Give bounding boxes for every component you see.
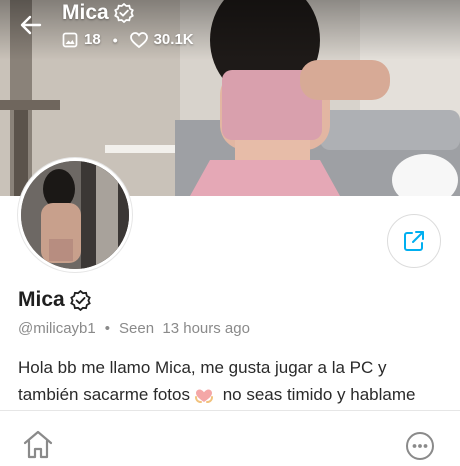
- verified-icon: [113, 3, 134, 23]
- share-button[interactable]: [387, 214, 441, 268]
- verified-icon: [69, 289, 91, 311]
- cover-stats: 18 • 30.1K: [62, 31, 194, 48]
- heart-icon: [129, 31, 148, 48]
- likes-count: 30.1K: [153, 31, 194, 48]
- more-options-button[interactable]: [405, 431, 435, 461]
- bio-text-b: no seas timido y hablame: [217, 385, 416, 404]
- back-arrow-icon: [20, 15, 42, 35]
- cover-title: Mica: [62, 1, 134, 25]
- avatar-image: [21, 161, 129, 269]
- stats-separator: •: [112, 31, 118, 48]
- media-count: 18: [84, 31, 101, 48]
- image-icon: [62, 32, 78, 47]
- share-icon: [404, 231, 424, 251]
- display-name-text: Mica: [18, 288, 65, 311]
- profile-name: Mica: [18, 288, 91, 312]
- cover-name: Mica: [62, 1, 109, 24]
- home-icon: [23, 430, 53, 459]
- handle: @milicayb1: [18, 320, 96, 337]
- heart-hands-emoji-icon: [194, 389, 213, 403]
- home-button[interactable]: [22, 430, 54, 460]
- profile-meta: @milicayb1 • Seen 13 hours ago: [18, 320, 250, 337]
- meta-separator: •: [104, 320, 111, 337]
- bottom-navigation: [0, 410, 460, 461]
- avatar[interactable]: [18, 158, 132, 272]
- last-seen: Seen 13 hours ago: [119, 320, 250, 337]
- more-options-icon: [406, 432, 434, 460]
- bio-line-1: Hola bb me llamo Mica, me gusta jugar a …: [18, 358, 387, 377]
- profile-bio: Hola bb me llamo Mica, me gusta jugar a …: [18, 354, 448, 408]
- cover-header: Mica 18 • 30.1K: [0, 0, 460, 60]
- bio-text-a: también sacarme fotos: [18, 385, 190, 404]
- back-button[interactable]: [14, 10, 48, 40]
- bio-line-2: también sacarme fotos no seas timido y h…: [18, 381, 448, 408]
